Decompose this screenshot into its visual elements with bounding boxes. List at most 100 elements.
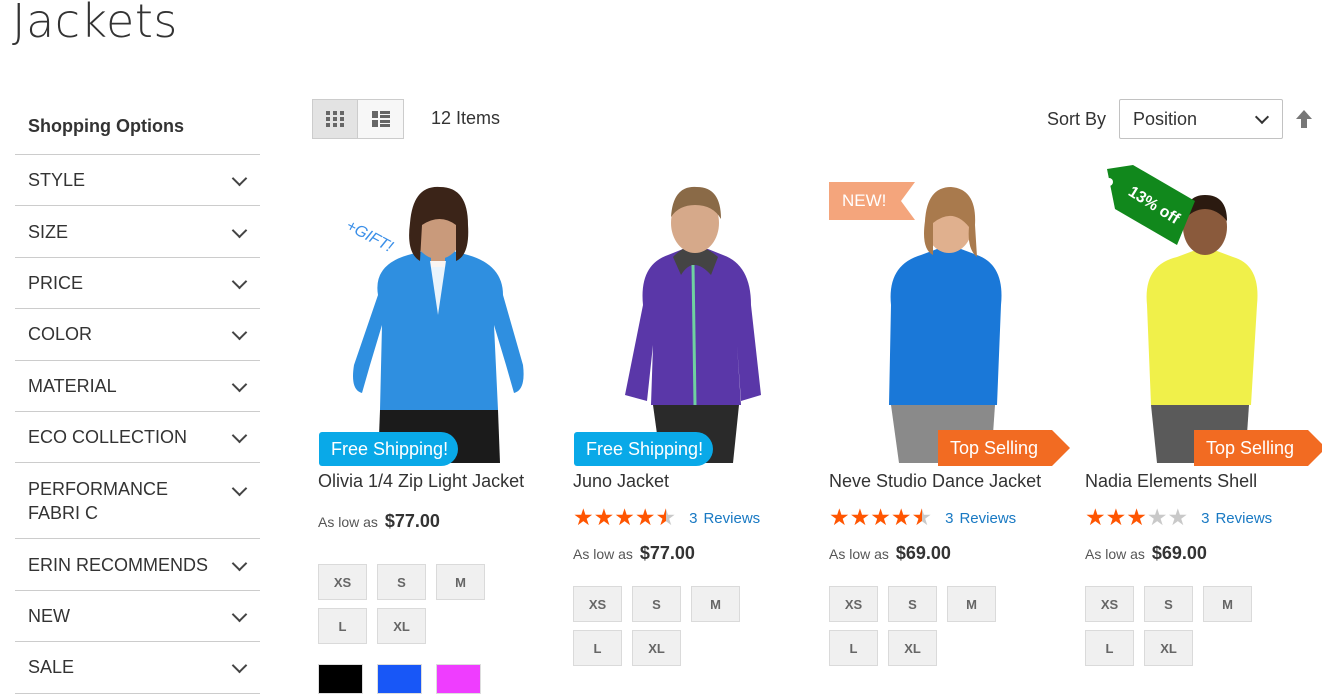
star-icon: ★ [1126,505,1147,531]
price-value: $69.00 [1151,543,1207,563]
filter-sale[interactable]: SALE [15,642,260,694]
free-shipping-badge: Free Shipping! [319,432,459,466]
star-icon: ★ [890,505,912,531]
grid-icon [326,111,344,127]
size-swatch[interactable]: XL [377,608,426,644]
price-prefix: As low as [1085,546,1145,562]
price-value: $69.00 [895,543,951,563]
filter-size[interactable]: SIZE [15,206,260,258]
size-swatch[interactable]: XS [573,586,622,622]
product-image[interactable]: NEW! Top Selling [829,165,1070,466]
star-half-icon: ★ [911,505,933,531]
rating-stars: ★ ★ ★ ★ ★ [1085,505,1188,531]
reviews-link[interactable]: 3 Reviews [689,510,760,527]
top-selling-badge: Top Selling [938,430,1070,466]
size-swatch[interactable]: M [947,586,996,622]
list-view-button[interactable] [358,99,404,139]
size-swatch[interactable]: XS [829,586,878,622]
chevron-down-icon [232,379,246,393]
product-card: NEW! Top Selling Neve Studio Dance Jacke… [829,165,1070,666]
price-prefix: As low as [318,514,378,530]
chevron-down-icon [232,483,246,497]
size-swatch[interactable]: M [436,564,485,600]
new-badge: NEW! [829,182,915,220]
filter-new[interactable]: NEW [15,591,260,643]
filter-price[interactable]: PRICE [15,258,260,310]
size-swatch[interactable]: XS [318,564,367,600]
price-value: $77.00 [384,511,440,531]
filter-erin-recommends[interactable]: ERIN RECOMMENDS [15,539,260,591]
product-rating: ★ ★ ★ ★ ★ 3 Reviews [573,505,813,531]
size-swatch[interactable]: XL [888,630,937,666]
discount-tag: 13% off [1093,165,1197,247]
filter-label: ECO COLLECTION [28,427,188,448]
top-selling-label: Top Selling [1206,437,1295,458]
top-selling-badge: Top Selling [1194,430,1322,466]
size-swatches: XS S M L XL [1085,586,1322,666]
top-selling-label: Top Selling [950,437,1039,458]
filter-eco-collection[interactable]: ECO COLLECTION [15,412,260,464]
color-swatch-blue[interactable] [377,664,422,694]
size-swatch[interactable]: S [632,586,681,622]
product-image[interactable]: 13% off Top Selling [1085,165,1322,466]
chevron-down-icon [232,660,246,674]
product-rating: ★ ★ ★ ★ ★ 3 Reviews [829,505,1069,531]
product-price: As low as $69.00 [1085,543,1322,564]
product-image[interactable]: Free Shipping! [573,165,813,466]
reviews-label: Reviews [703,509,761,527]
filter-label: COLOR [28,324,93,345]
sort-by-value: Position [1133,108,1198,129]
size-swatch[interactable]: M [1203,586,1252,622]
filter-material[interactable]: MATERIAL [15,361,260,412]
star-icon: ★ [593,505,615,531]
size-swatch[interactable]: L [829,630,878,666]
size-swatch[interactable]: S [888,586,937,622]
product-name[interactable]: Olivia 1/4 Zip Light Jacket [318,471,558,495]
color-swatch-black[interactable] [318,664,363,694]
filter-style[interactable]: STYLE [15,155,260,207]
product-name[interactable]: Juno Jacket [573,471,813,495]
product-name[interactable]: Nadia Elements Shell [1085,471,1322,495]
product-card: +GIFT! Free Shipping! Olivia 1/4 Zip Lig… [318,165,558,694]
product-card: Free Shipping! Juno Jacket ★ ★ ★ ★ ★ 3 Review… [573,165,813,666]
color-swatch-purple[interactable] [436,664,481,694]
free-shipping-badge: Free Shipping! [574,432,714,466]
size-swatch[interactable]: XS [1085,586,1134,622]
chevron-down-icon [232,558,246,572]
product-name[interactable]: Neve Studio Dance Jacket [829,471,1069,495]
star-icon: ★ [573,505,594,531]
chevron-down-icon [232,430,246,444]
color-swatches [318,664,558,694]
size-swatch[interactable]: XL [632,630,681,666]
shopping-options-title: Shopping Options [28,115,184,136]
model-photo [625,186,761,463]
list-icon [371,111,390,127]
filter-performance-fabric[interactable]: PERFORMANCE FABRI C [15,463,260,540]
size-swatch[interactable]: S [377,564,426,600]
size-swatch[interactable]: L [1085,630,1134,666]
price-value: $77.00 [639,543,695,563]
reviews-link[interactable]: 3 Reviews [1201,510,1272,527]
sort-by-select[interactable]: Position [1119,99,1283,139]
filter-list: STYLE SIZE PRICE COLOR MATERIAL ECO COLL… [15,154,260,694]
chevron-down-icon [232,225,246,239]
price-prefix: As low as [573,546,633,562]
grid-view-button[interactable] [312,99,358,139]
price-prefix: As low as [829,546,889,562]
size-swatch[interactable]: S [1144,586,1193,622]
arrow-up-icon[interactable] [1294,108,1314,130]
product-card: 13% off Top Selling Nadia Elements Shell… [1085,165,1322,666]
size-swatch[interactable]: M [691,586,740,622]
star-icon: ★ [870,505,891,531]
chevron-down-icon [232,327,246,341]
size-swatch[interactable]: L [318,608,367,644]
view-mode-switch [312,99,404,139]
product-image[interactable]: +GIFT! Free Shipping! [318,165,558,466]
reviews-count: 3 [1201,509,1210,527]
size-swatch[interactable]: XL [1144,630,1193,666]
filter-color[interactable]: COLOR [15,309,260,361]
size-swatch[interactable]: L [573,630,622,666]
star-icon: ★ [634,505,656,531]
reviews-count: 3 [689,509,698,527]
reviews-link[interactable]: 3 Reviews [945,510,1016,527]
